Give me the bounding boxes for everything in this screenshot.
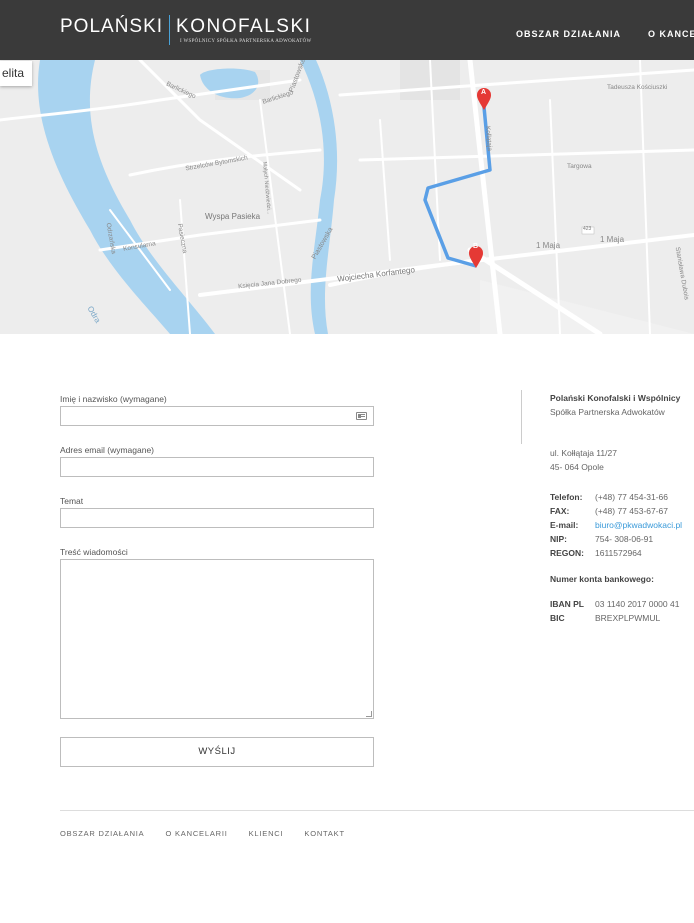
map[interactable]: A B 423 Barlickiego Barlickiego Strzelcó… — [0, 60, 694, 334]
contact-row-phone: Telefon: (+48) 77 454-31-66 — [550, 492, 668, 502]
message-textarea[interactable] — [60, 559, 374, 719]
footer-nav: OBSZAR DZIAŁANIA O KANCELARII KLIENCI KO… — [60, 829, 366, 838]
address-line-1: ul. Kołłątaja 11/27 — [550, 448, 617, 458]
bic-key: BIC — [550, 613, 565, 623]
marker-a-label: A — [481, 89, 487, 96]
street-label: 1 Maja — [536, 241, 561, 250]
street-label: Tadeusza Kościuszki — [607, 84, 668, 91]
footer-nav-klienci[interactable]: KLIENCI — [249, 829, 284, 838]
logo-text-left: POLAŃSKI — [60, 16, 164, 37]
bic-value: BREXPLPWMUL — [595, 613, 661, 623]
company-subtitle: Spółka Partnerska Adwokatów — [550, 407, 665, 417]
area-label: Wyspa Pasieka — [205, 212, 261, 221]
email-link[interactable]: biuro@pkwadwokaci.pl — [595, 520, 682, 530]
subject-label: Temat — [60, 496, 84, 506]
regon-value: 1611572964 — [595, 548, 642, 558]
company-name: Polański Konofalski i Wspólnicy — [550, 393, 681, 403]
nav-obszar-dzialania[interactable]: OBSZAR DZIAŁANIA — [516, 29, 621, 39]
footer-nav-obszar-dzialania[interactable]: OBSZAR DZIAŁANIA — [60, 829, 144, 838]
email-input[interactable] — [60, 457, 374, 477]
bank-row-iban: IBAN PL 03 1140 2017 0000 41 — [550, 599, 679, 609]
footer-nav-kontakt[interactable]: KONTAKT — [304, 829, 344, 838]
footer-nav-o-kancelarii[interactable]: O KANCELARII — [165, 829, 227, 838]
regon-key: REGON: — [550, 548, 584, 558]
bank-row-bic: BIC BREXPLPWMUL — [550, 613, 660, 623]
contact-row-nip: NIP: 754- 308-06-91 — [550, 534, 653, 544]
contact-card-icon — [356, 412, 367, 420]
logo[interactable]: POLAŃSKI KONOFALSKI I WSPÓLNICY SPÓŁKA P… — [60, 15, 312, 45]
iban-key: IBAN PL — [550, 599, 584, 609]
map-type-button[interactable]: elita — [0, 61, 32, 86]
nip-value: 754- 308-06-91 — [595, 534, 654, 544]
name-input[interactable] — [60, 406, 374, 426]
fax-key: FAX: — [550, 506, 570, 516]
contact-row-regon: REGON: 1611572964 — [550, 548, 642, 558]
iban-value: 03 1140 2017 0000 41 — [595, 599, 680, 609]
site-header: POLAŃSKI KONOFALSKI I WSPÓLNICY SPÓŁKA P… — [0, 0, 694, 60]
fax-value: (+48) 77 453-67-67 — [595, 506, 669, 516]
map-canvas[interactable] — [0, 60, 694, 334]
contact-row-fax: FAX: (+48) 77 453-67-67 — [550, 506, 668, 516]
marker-b-label: B — [473, 243, 479, 250]
footer-divider — [60, 810, 694, 811]
name-label: Imię i nazwisko (wymagane) — [60, 394, 167, 404]
phone-value: (+48) 77 454-31-66 — [595, 492, 669, 502]
logo-text-right: KONOFALSKI — [176, 16, 312, 37]
main-nav: OBSZAR DZIAŁANIA O KANCEL — [516, 29, 694, 39]
road-number-badge: 423 — [583, 226, 592, 232]
resize-handle-icon[interactable] — [366, 711, 372, 717]
logo-right-block: KONOFALSKI I WSPÓLNICY SPÓŁKA PARTNERSKA… — [170, 15, 312, 45]
submit-button[interactable]: WYŚLIJ — [60, 737, 374, 767]
nav-o-kancelarii[interactable]: O KANCEL — [648, 29, 694, 39]
nip-key: NIP: — [550, 534, 567, 544]
street-label: 1 Maja — [600, 235, 625, 244]
divider — [521, 390, 522, 444]
email-label: Adres email (wymagane) — [60, 445, 155, 455]
logo-subtitle: I WSPÓLNICY SPÓŁKA PARTNERSKA ADWOKATÓW — [180, 39, 312, 44]
email-key: E-mail: — [550, 520, 579, 530]
phone-key: Telefon: — [550, 492, 583, 502]
bank-heading: Numer konta bankowego: — [550, 574, 654, 584]
address-line-2: 45- 064 Opole — [550, 462, 604, 472]
contact-row-email: E-mail: biuro@pkwadwokaci.pl — [550, 520, 682, 530]
street-label: Targowa — [567, 163, 592, 170]
message-label: Treść wiadomości — [60, 547, 128, 557]
subject-input[interactable] — [60, 508, 374, 528]
